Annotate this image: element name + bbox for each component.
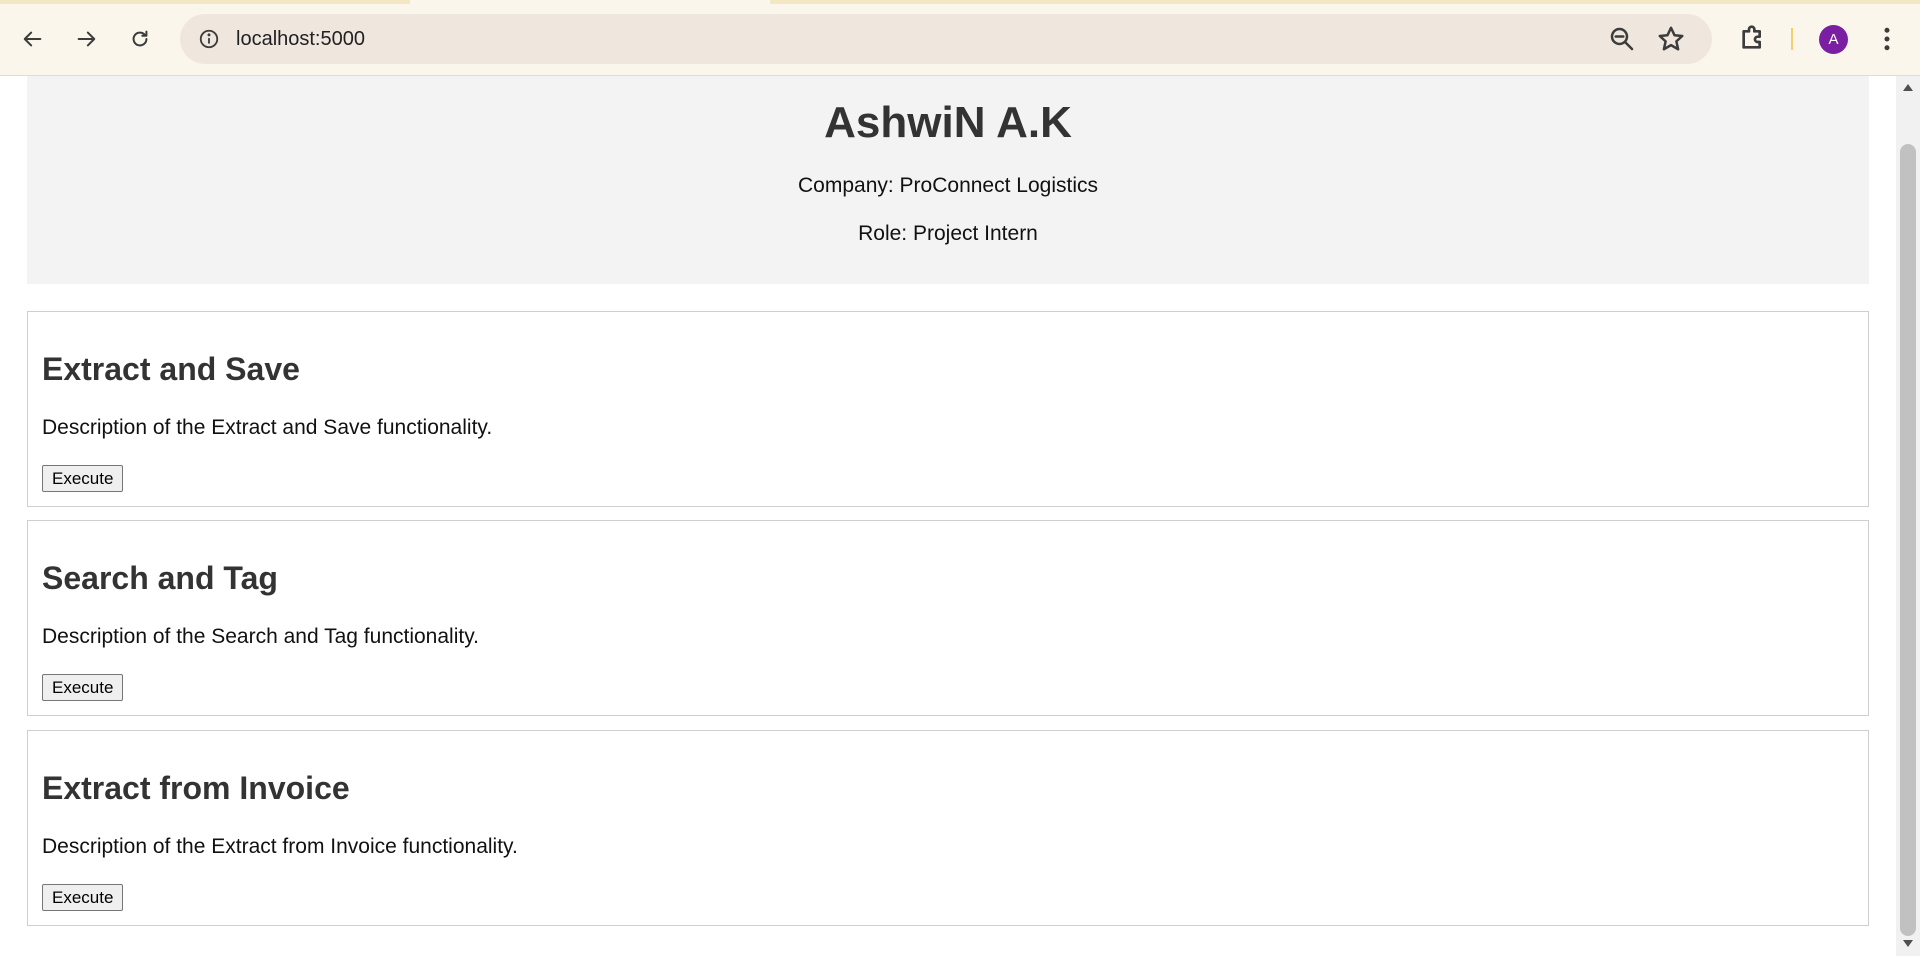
vertical-scrollbar[interactable] [1896, 76, 1920, 956]
card-description: Description of the Extract from Invoice … [42, 835, 518, 858]
scroll-thumb[interactable] [1900, 144, 1916, 936]
profile-company: Company: ProConnect Logistics [798, 174, 1098, 197]
zoom-out-icon[interactable] [1607, 24, 1637, 54]
avatar[interactable]: A [1819, 25, 1848, 54]
feature-card-search-and-tag: Search and Tag Description of the Search… [27, 520, 1869, 716]
profile-name: AshwiN A.K [824, 98, 1072, 147]
execute-button[interactable]: Execute [42, 884, 124, 911]
card-title: Extract from Invoice [42, 770, 350, 806]
tab-strip [0, 0, 410, 4]
feature-card-extract-from-invoice: Extract from Invoice Description of the … [27, 730, 1869, 926]
card-title: Search and Tag [42, 560, 278, 596]
card-title: Extract and Save [42, 351, 300, 387]
info-icon [199, 29, 219, 49]
tab-strip [770, 0, 1920, 4]
reload-button[interactable] [120, 19, 160, 59]
kebab-menu-icon[interactable] [1872, 22, 1902, 56]
page-viewport: AshwiN A.K Company: ProConnect Logistics… [0, 76, 1896, 956]
site-info-button[interactable] [190, 20, 228, 58]
url-text[interactable]: localhost:5000 [236, 28, 365, 50]
back-button[interactable] [13, 19, 53, 59]
puzzle-icon[interactable] [1737, 22, 1769, 54]
forward-button[interactable] [66, 19, 106, 59]
execute-button[interactable]: Execute [42, 674, 124, 701]
reload-icon [132, 30, 148, 47]
browser-toolbar: localhost:5000 A [0, 0, 1920, 76]
card-description: Description of the Search and Tag functi… [42, 625, 479, 648]
profile-role: Role: Project Intern [858, 222, 1038, 245]
execute-button[interactable]: Execute [42, 465, 124, 492]
card-description: Description of the Extract and Save func… [42, 416, 493, 439]
address-bar[interactable]: localhost:5000 [180, 14, 1712, 64]
feature-card-extract-and-save: Extract and Save Description of the Extr… [27, 311, 1869, 507]
profile-header: AshwiN A.K Company: ProConnect Logistics… [27, 76, 1869, 284]
star-icon[interactable] [1656, 24, 1686, 54]
toolbar-divider [1791, 28, 1793, 50]
scroll-down-arrow-icon[interactable] [1903, 940, 1913, 947]
scroll-up-arrow-icon[interactable] [1903, 84, 1913, 91]
arrow-right-icon [77, 31, 96, 47]
arrow-left-icon [23, 31, 42, 47]
